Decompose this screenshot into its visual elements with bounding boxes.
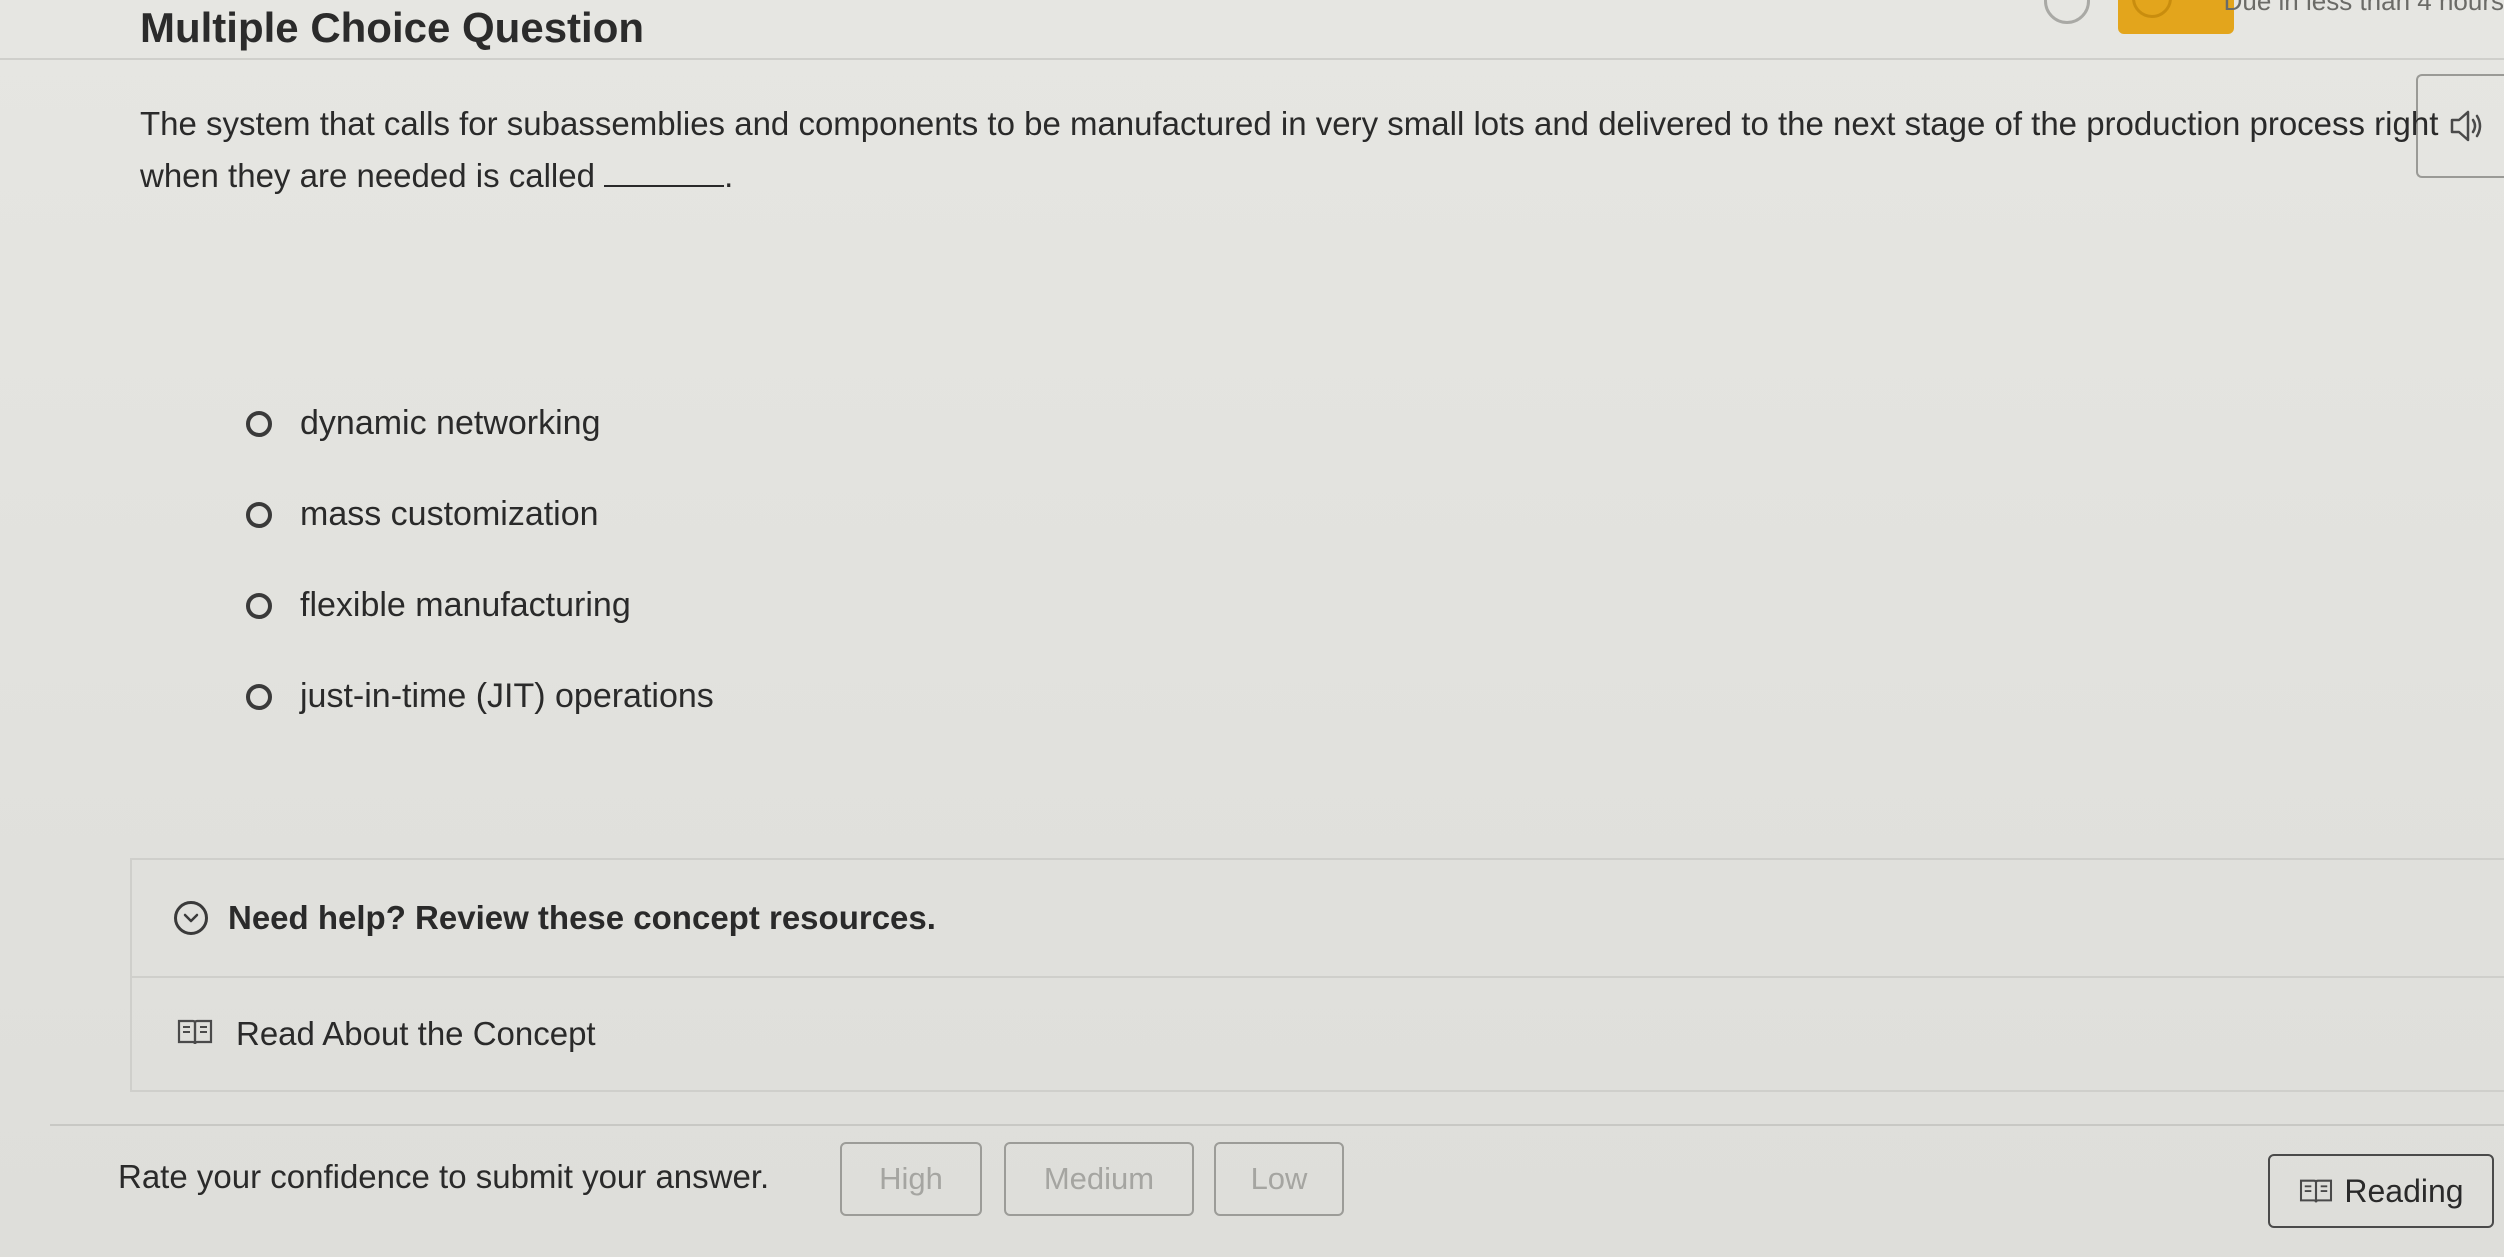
question-end: . — [724, 157, 734, 194]
reading-button[interactable]: Reading — [2268, 1154, 2494, 1228]
radio-button[interactable] — [246, 683, 272, 710]
radio-button[interactable] — [246, 410, 272, 437]
reading-label: Reading — [2344, 1172, 2464, 1209]
option-flexible-manufacturing[interactable]: flexible manufacturing — [246, 560, 714, 651]
page-title: Multiple Choice Question — [140, 4, 645, 51]
footer-divider — [50, 1124, 2504, 1126]
question-stem: The system that calls for subassemblies … — [140, 105, 2439, 194]
concept-resources-panel: Need help? Review these concept resource… — [130, 858, 2504, 1092]
page: Due in less than 4 hours Multiple Choice… — [0, 0, 2504, 1257]
option-label: flexible manufacturing — [300, 586, 631, 624]
option-label: just-in-time (JIT) operations — [300, 677, 714, 715]
radio-button[interactable] — [246, 592, 272, 619]
option-label: dynamic networking — [300, 404, 601, 442]
option-dynamic-networking[interactable]: dynamic networking — [246, 378, 714, 469]
answer-options: dynamic networking mass customization fl… — [246, 378, 714, 742]
confidence-high-button[interactable]: High — [840, 1142, 982, 1216]
option-mass-customization[interactable]: mass customization — [246, 469, 714, 560]
question-text: The system that calls for subassemblies … — [140, 98, 2470, 202]
chevron-down-icon — [174, 901, 208, 935]
read-about-concept-link[interactable]: Read About the Concept — [132, 978, 2504, 1090]
read-about-concept-label: Read About the Concept — [236, 1015, 596, 1052]
due-text: Due in less than 4 hours — [2223, 0, 2504, 16]
option-just-in-time[interactable]: just-in-time (JIT) operations — [246, 651, 714, 742]
concept-resources-title: Need help? Review these concept resource… — [228, 899, 936, 936]
top-progress-circle — [2044, 0, 2090, 24]
top-divider — [0, 58, 2504, 60]
book-icon — [2300, 1179, 2333, 1203]
radio-button[interactable] — [246, 501, 272, 528]
concept-resources-toggle[interactable]: Need help? Review these concept resource… — [132, 860, 2504, 978]
option-label: mass customization — [300, 495, 599, 533]
confidence-low-button[interactable]: Low — [1214, 1142, 1344, 1216]
confidence-medium-button[interactable]: Medium — [1004, 1142, 1194, 1216]
book-icon — [176, 1016, 214, 1053]
confidence-prompt: Rate your confidence to submit your answ… — [118, 1158, 770, 1195]
answer-blank — [604, 157, 725, 187]
